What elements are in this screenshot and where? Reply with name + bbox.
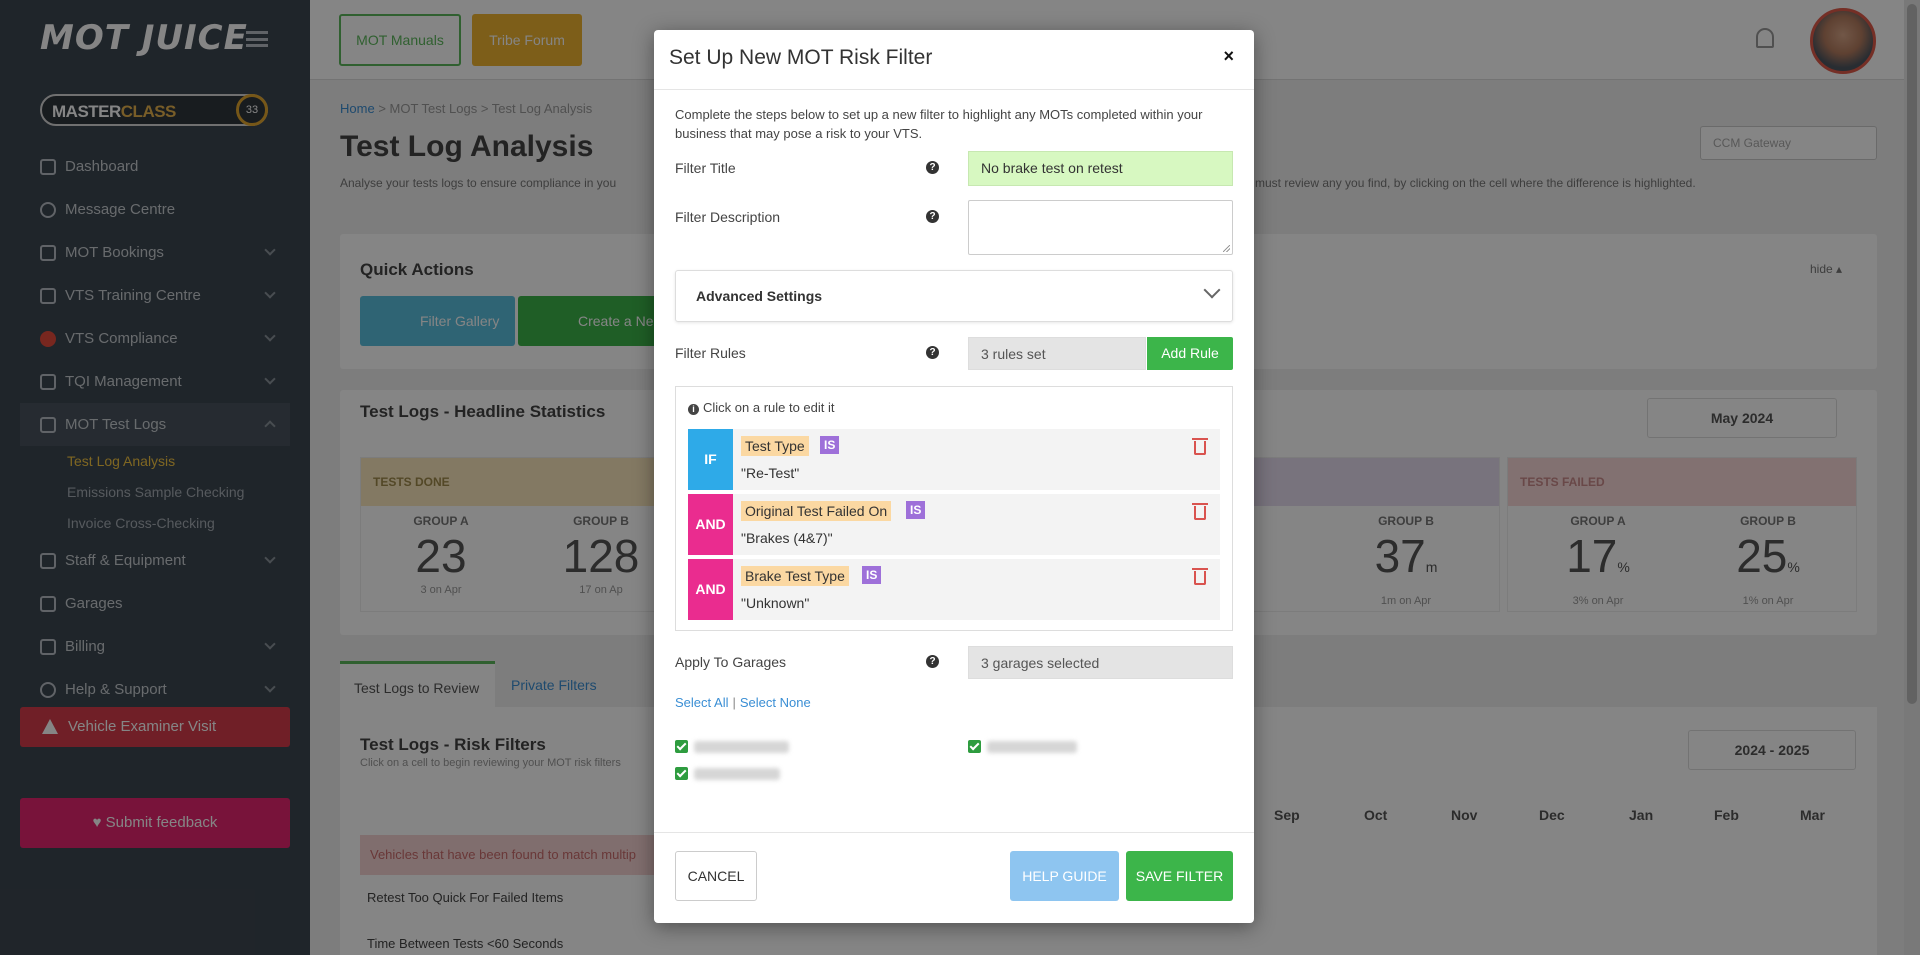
save-filter-button[interactable]: SAVE FILTER xyxy=(1126,851,1233,901)
help-icon[interactable]: ? xyxy=(926,161,939,174)
garage-checkbox[interactable] xyxy=(675,740,688,753)
rule-value: "Brakes (4&7)" xyxy=(741,530,833,546)
rule-connector: IF xyxy=(688,429,733,490)
rule-connector: AND xyxy=(688,494,733,555)
advanced-settings-accordion[interactable]: Advanced Settings xyxy=(675,270,1233,322)
rule-operator: IS xyxy=(906,501,926,519)
rule-value: "Unknown" xyxy=(741,595,810,611)
garage-select-links: Select All | Select None xyxy=(675,695,811,710)
rule-operator: IS xyxy=(820,436,840,454)
garage-name-redacted xyxy=(694,741,789,753)
help-icon[interactable]: ? xyxy=(926,210,939,223)
help-guide-button[interactable]: HELP GUIDE xyxy=(1010,851,1119,901)
select-all-link[interactable]: Select All xyxy=(675,695,728,710)
filter-description-input[interactable] xyxy=(968,200,1233,255)
filter-rules-label: Filter Rules xyxy=(675,345,746,361)
filter-description-label: Filter Description xyxy=(675,209,781,225)
trash-icon[interactable] xyxy=(1192,568,1208,585)
trash-icon[interactable] xyxy=(1192,438,1208,455)
rule-row[interactable]: AND Brake Test Type IS "Unknown" xyxy=(688,559,1220,620)
apply-to-garages-label: Apply To Garages xyxy=(675,654,787,670)
garages-count-field: 3 garages selected xyxy=(968,646,1233,679)
rule-operator: IS xyxy=(862,566,882,584)
modal-header: Set Up New MOT Risk Filter × xyxy=(654,30,1254,90)
cancel-button[interactable]: CANCEL xyxy=(675,851,757,901)
rules-count-field: 3 rules set xyxy=(968,337,1146,370)
garage-name-redacted xyxy=(694,768,780,780)
filter-title-input[interactable]: No brake test on retest xyxy=(968,151,1233,186)
garage-checkbox[interactable] xyxy=(675,767,688,780)
garage-checkbox[interactable] xyxy=(968,740,981,753)
help-icon[interactable]: ? xyxy=(926,655,939,668)
rule-field: Test Type xyxy=(741,436,809,456)
rule-row[interactable]: IF Test Type IS "Re-Test" xyxy=(688,429,1220,490)
new-risk-filter-modal: Set Up New MOT Risk Filter × Complete th… xyxy=(654,30,1254,923)
close-icon[interactable]: × xyxy=(1223,46,1234,67)
rules-list: i Click on a rule to edit it IF Test Type… xyxy=(675,386,1233,631)
select-none-link[interactable]: Select None xyxy=(740,695,811,710)
rule-connector: AND xyxy=(688,559,733,620)
rule-field: Brake Test Type xyxy=(741,566,849,586)
link-separator: | xyxy=(732,695,736,710)
modal-intro: Complete the steps below to set up a new… xyxy=(675,107,1203,141)
filter-title-label: Filter Title xyxy=(675,160,736,176)
garage-name-redacted xyxy=(987,741,1077,753)
rules-hint: i Click on a rule to edit it xyxy=(688,400,835,415)
rules-hint-text: Click on a rule to edit it xyxy=(703,400,835,415)
info-icon: i xyxy=(688,404,699,415)
advanced-settings-label: Advanced Settings xyxy=(696,288,823,304)
rule-field: Original Test Failed On xyxy=(741,501,892,521)
help-icon[interactable]: ? xyxy=(926,346,939,359)
trash-icon[interactable] xyxy=(1192,503,1208,520)
add-rule-button[interactable]: Add Rule xyxy=(1147,337,1233,370)
rule-value: "Re-Test" xyxy=(741,465,800,481)
modal-title: Set Up New MOT Risk Filter xyxy=(669,46,933,69)
chevron-down-icon xyxy=(1203,281,1221,299)
modal-footer: CANCEL HELP GUIDE SAVE FILTER xyxy=(654,832,1254,923)
rule-row[interactable]: AND Original Test Failed On IS "Brakes (… xyxy=(688,494,1220,555)
